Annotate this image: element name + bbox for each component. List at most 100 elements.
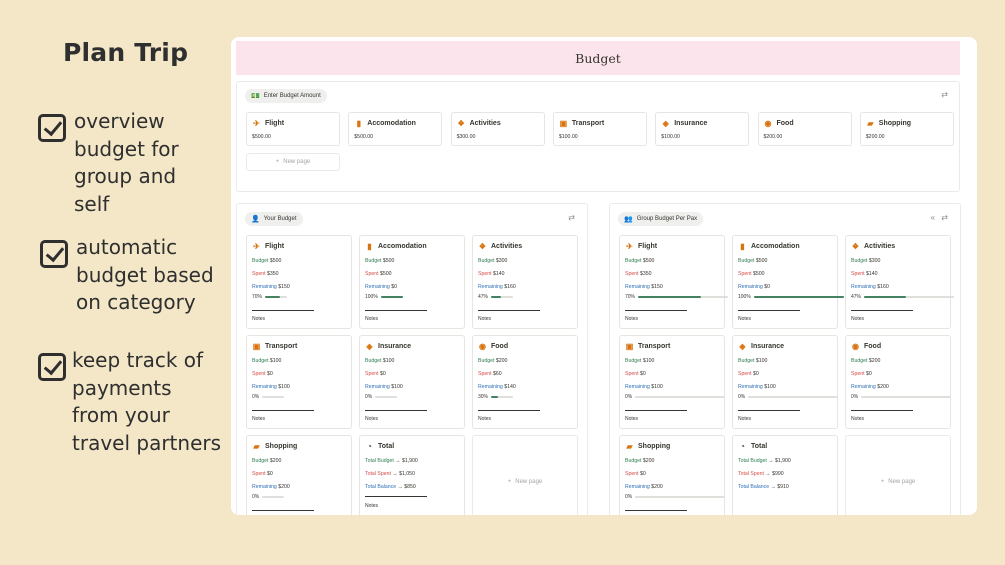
pie-chart-icon: ◔ [740, 442, 745, 451]
category-card-food[interactable]: ◉ Food $200.00 [757, 112, 852, 146]
spent-line: Spent $350 [625, 271, 652, 277]
progress-fill [753, 296, 844, 298]
divider [252, 410, 314, 411]
divider [738, 410, 800, 411]
card-title: Flight [265, 243, 285, 250]
settings-icon[interactable]: ⇄ [941, 90, 948, 99]
plane-icon: ✈ [253, 119, 260, 128]
category-card-insurance[interactable]: ◈ Insurance $100.00 [655, 112, 750, 146]
budget-card-transport[interactable]: ▣ Transport Budget $100 Spent $0 Remaining $… [246, 335, 352, 429]
remaining-line: Remaining $150 [625, 284, 663, 290]
budget-card-food[interactable]: ◉ Food Budget $200 Spent $60 Remaining $140 3… [472, 335, 578, 429]
new-page-button[interactable]: + New page [845, 435, 951, 515]
budget-card-shopping[interactable]: ▰ Shopping Budget $200 Spent $0 Remaining $2… [619, 435, 726, 515]
feature-2: automatic budget based on category [40, 234, 214, 317]
budget-card-activities[interactable]: ❖ Activities Budget $300 Spent $140 Remainin… [845, 235, 955, 329]
promo-title: Plan Trip [63, 38, 189, 67]
new-page-button[interactable]: + New page [472, 435, 578, 515]
plane-icon: ✈ [253, 242, 260, 251]
total-budget-line: Total Budget → $1,900 [738, 458, 791, 464]
budget-line: Budget $200 [252, 458, 282, 464]
category-card-transport[interactable]: ▣ Transport $100.00 [552, 112, 647, 146]
food-icon: ◉ [852, 342, 859, 351]
progress-bar: 100% [365, 294, 403, 300]
progress-track [491, 296, 514, 298]
budget-card-flight[interactable]: ✈ Flight Budget $500 Spent $350 Remaining $1… [246, 235, 352, 329]
divider [625, 310, 687, 311]
category-card-accomodation[interactable]: ▮ Accomodation $500.00 [348, 112, 443, 146]
budget-amount: $200.00 [763, 134, 783, 140]
card-header: ❖ Activities [478, 242, 522, 251]
budget-card-accomodation[interactable]: ▮ Accomodation Budget $500 Spent $500 Remain… [359, 235, 465, 329]
spent-line: Spent $500 [738, 271, 765, 277]
remaining-line: Remaining $160 [851, 284, 889, 290]
settings-icon[interactable]: ⇄ [568, 213, 575, 222]
remaining-line: Remaining $100 [625, 384, 663, 390]
budget-line: Budget $300 [851, 258, 881, 264]
card-title: Food [776, 120, 794, 127]
budget-card-transport[interactable]: ▣ Transport Budget $100 Spent $0 Remaining $… [619, 335, 726, 429]
category-card-activities[interactable]: ❖ Activities $300.00 [450, 112, 545, 146]
card-title: Food [491, 343, 509, 350]
plus-icon: + [275, 159, 280, 165]
progress-track [635, 396, 726, 398]
card-title: Shopping [878, 120, 912, 127]
total-card[interactable]: ◔ Total Total Budget → $1,900 Total Spent →… [359, 435, 465, 515]
card-header: ▣ Transport [625, 342, 671, 351]
budget-card-shopping[interactable]: ▰ Shopping Budget $200 Spent $0 Remaining $2… [246, 435, 352, 515]
spent-line: Spent $500 [365, 271, 392, 277]
total-balance-line: Total Balance → $850 [365, 484, 416, 490]
notes-label: Notes [365, 503, 379, 509]
notes-label: Notes [478, 416, 492, 422]
budget-card-activities[interactable]: ❖ Activities Budget $300 Spent $140 Remainin… [472, 235, 578, 329]
budget-card-insurance[interactable]: ◈ Insurance Budget $100 Spent $0 Remaining $… [732, 335, 839, 429]
elephant-icon: ❖ [457, 119, 465, 128]
divider [365, 310, 427, 311]
card-title: Total [751, 443, 768, 450]
spent-line: Spent $0 [625, 471, 646, 477]
total-spent-line: Total Spent → $1,050 [365, 471, 415, 477]
card-title: Activities [491, 243, 523, 250]
your-budget-tag[interactable]: 👤 Your Budget [245, 212, 303, 226]
card-title: Total [378, 443, 395, 450]
app-window: Budget 💵 Enter Budget Amount ⇄ ✈ Flight $5… [231, 37, 977, 515]
enter-budget-panel: 💵 Enter Budget Amount ⇄ ✈ Flight $500.00 ▮ A… [236, 81, 960, 192]
progress-track [753, 296, 844, 298]
spent-line: Spent $0 [738, 371, 759, 377]
card-header: ◔ Total [738, 442, 767, 451]
category-card-shopping[interactable]: ▰ Shopping $200.00 [859, 112, 954, 146]
remaining-line: Remaining $100 [738, 384, 776, 390]
progress-track [748, 396, 839, 398]
card-header: ▰ Shopping [625, 442, 670, 451]
notes-label: Notes [365, 316, 379, 322]
page-title: Budget [575, 50, 621, 66]
total-card[interactable]: ◔ Total Total Budget → $1,900 Total Spent →… [732, 435, 838, 515]
progress-fill [864, 296, 907, 298]
remaining-line: Remaining $200 [252, 484, 290, 490]
card-title: Insurance [674, 120, 708, 127]
category-card-flight[interactable]: ✈ Flight $500.00 [246, 112, 340, 146]
group-budget-panel: 👥 Group Budget Per Pax « ⇄ ✈ Flight Budget… [609, 203, 961, 515]
budget-card-flight[interactable]: ✈ Flight Budget $500 Spent $350 Remaining $1… [619, 235, 729, 329]
card-header: ❖ Activities [851, 242, 895, 251]
divider [851, 310, 913, 311]
card-title: Insurance [751, 343, 785, 350]
collapse-icon[interactable]: « [931, 213, 935, 222]
enter-budget-tag[interactable]: 💵 Enter Budget Amount [245, 89, 327, 103]
group-budget-tag[interactable]: 👥 Group Budget Per Pax [618, 212, 704, 226]
progress-fill [491, 296, 502, 298]
budget-line: Budget $100 [252, 358, 282, 364]
hotel-icon: ▮ [740, 242, 745, 251]
card-header: ◉ Food [478, 342, 508, 351]
card-header: ◈ Insurance [365, 342, 411, 351]
card-header: ◉ Food [764, 119, 794, 128]
settings-icon[interactable]: ⇄ [941, 213, 948, 222]
progress-track [380, 296, 403, 298]
remaining-line: Remaining $200 [851, 384, 889, 390]
new-page-button[interactable]: + New page [246, 153, 340, 171]
budget-card-food[interactable]: ◉ Food Budget $200 Spent $0 Remaining $200 0%… [845, 335, 952, 429]
budget-card-insurance[interactable]: ◈ Insurance Budget $100 Spent $0 Remaining $… [359, 335, 465, 429]
budget-card-accomodation[interactable]: ▮ Accomodation Budget $500 Spent $500 Remain… [732, 235, 844, 329]
card-header: ▰ Shopping [252, 442, 297, 451]
bag-icon: ▰ [626, 442, 633, 451]
